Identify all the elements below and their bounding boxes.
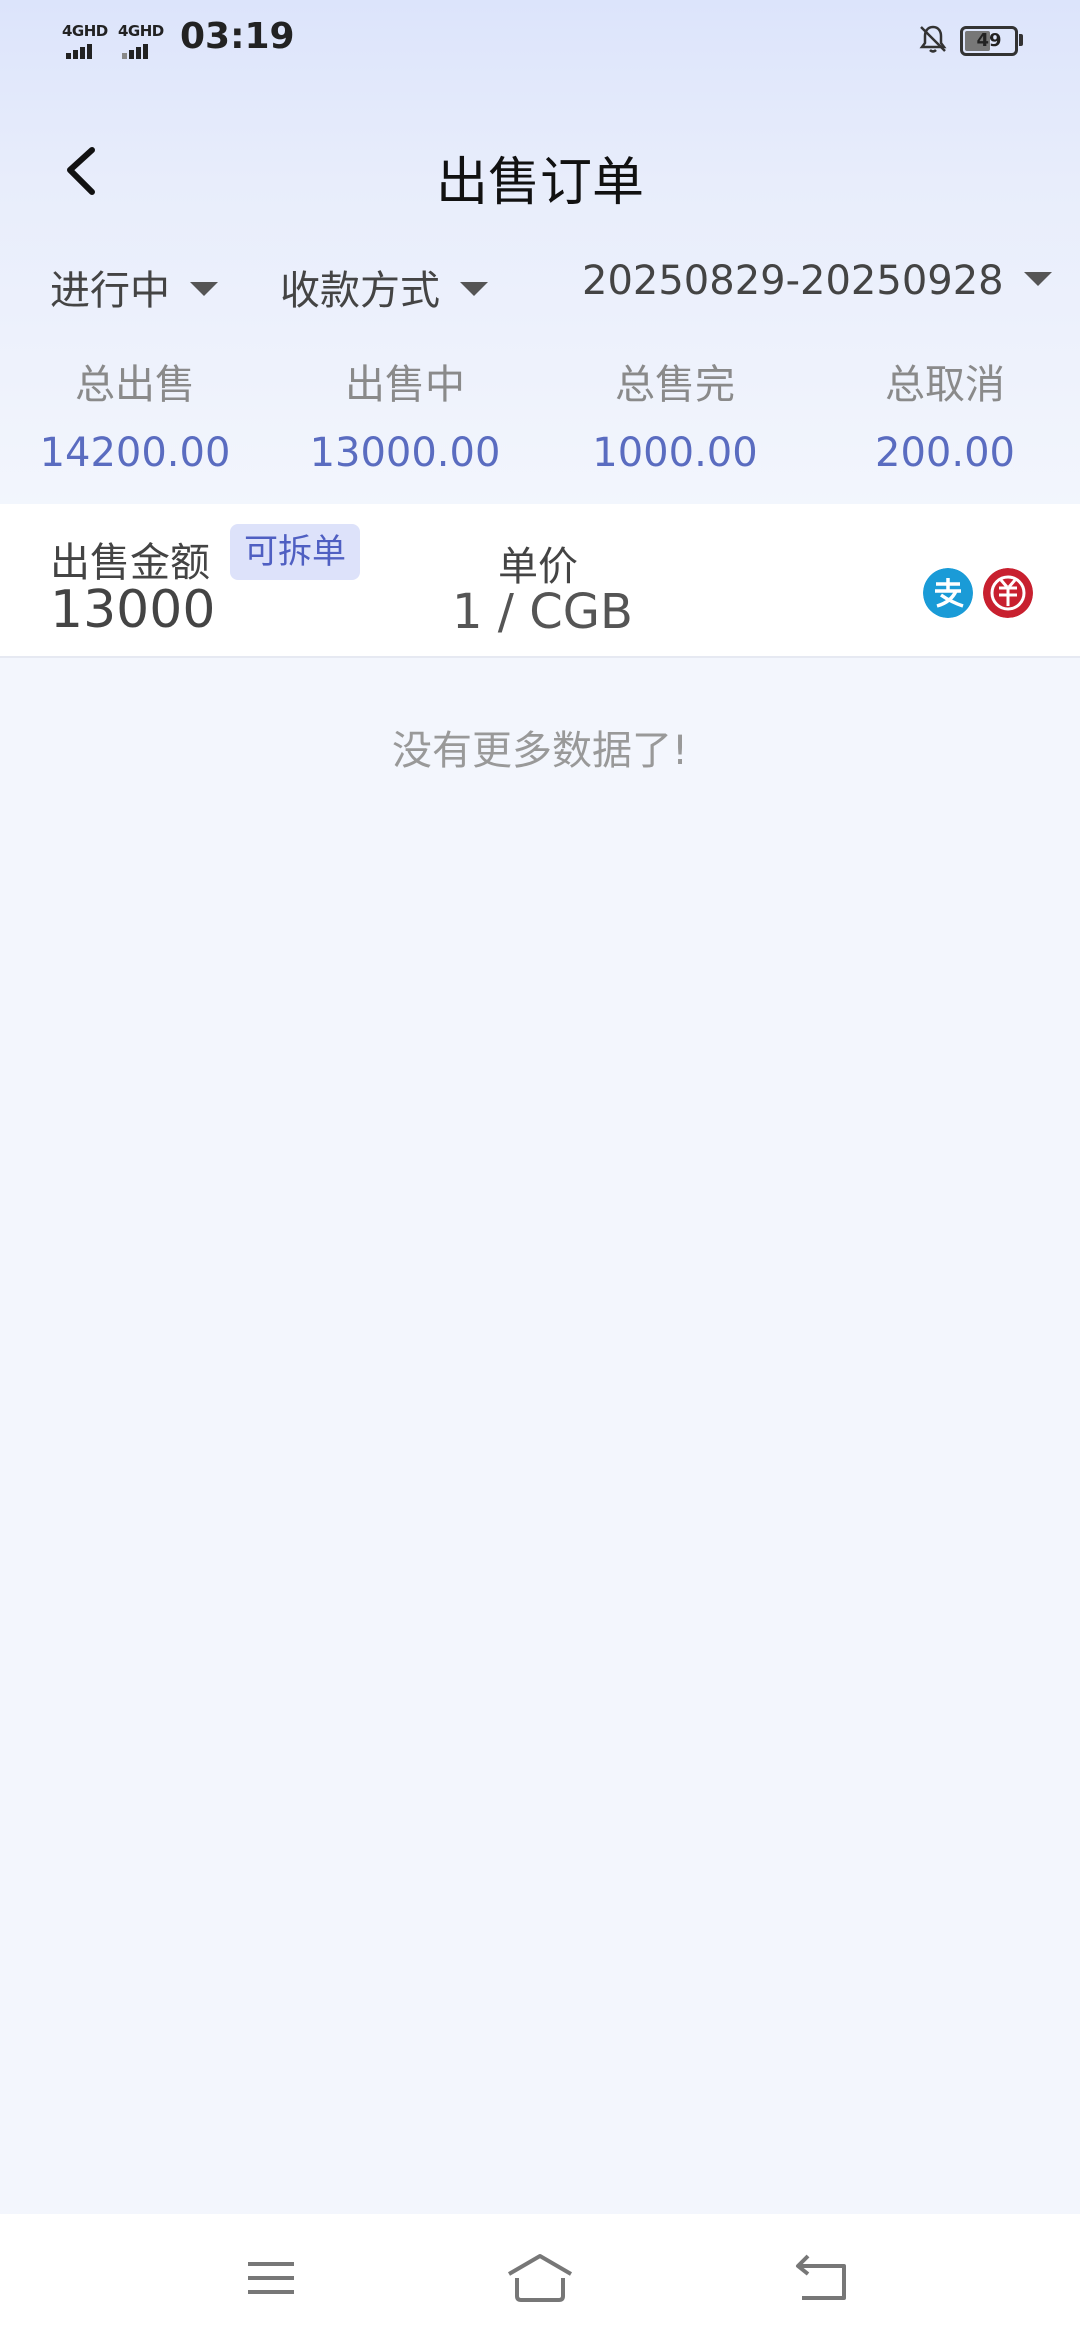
- sell-amount-value: 13000: [50, 580, 216, 640]
- status-bar: 4GHD 4GHD 03:19 49: [0, 0, 1080, 80]
- stat-cancelled-label: 总取消: [885, 362, 1005, 408]
- status-filter[interactable]: 进行中: [50, 258, 218, 316]
- unionpay-icon: [983, 568, 1033, 618]
- payment-method-filter[interactable]: 收款方式: [280, 258, 488, 316]
- system-nav-bar: [0, 2214, 1080, 2340]
- alipay-icon: [923, 568, 973, 618]
- caret-down-icon: [460, 282, 488, 296]
- stat-selling-label: 出售中: [345, 362, 465, 408]
- signal-icon: 4GHD: [118, 22, 174, 59]
- network-type-label: 4GHD: [62, 22, 108, 40]
- status-time: 03:19: [180, 16, 295, 57]
- stat-sold-out-value: 1000.00: [592, 430, 758, 476]
- stat-total-sold-label: 总出售: [75, 362, 195, 408]
- stat-sold-out-label: 总售完: [615, 362, 735, 408]
- status-filter-label: 进行中: [50, 268, 170, 314]
- network-type-label: 4GHD: [118, 22, 164, 40]
- order-card[interactable]: 出售金额 可拆单 13000 单价 1 / CGB: [0, 504, 1080, 658]
- unit-price-value: 1 / CGB: [452, 584, 633, 640]
- bell-muted-icon: [919, 25, 947, 53]
- home-icon[interactable]: [505, 2248, 575, 2308]
- back-nav-icon[interactable]: [788, 2248, 858, 2308]
- date-range-filter-label: 20250829-20250928: [582, 258, 1004, 304]
- split-order-tag: 可拆单: [230, 524, 360, 580]
- page-title: 出售订单: [435, 153, 644, 213]
- stat-cancelled-value: 200.00: [875, 430, 1015, 476]
- date-range-filter[interactable]: 20250829-20250928: [582, 258, 1052, 304]
- battery-icon: 49: [960, 26, 1018, 56]
- caret-down-icon: [1023, 272, 1052, 286]
- menu-icon[interactable]: [236, 2248, 306, 2308]
- caret-down-icon: [190, 282, 218, 296]
- signal-icon: 4GHD: [62, 22, 118, 59]
- battery-level: 49: [976, 30, 1002, 51]
- battery-tip: [1019, 34, 1023, 46]
- list-end-text: 没有更多数据了!: [391, 728, 689, 774]
- stat-total-sold-value: 14200.00: [39, 430, 231, 476]
- stat-selling-value: 13000.00: [309, 430, 501, 476]
- payment-method-filter-label: 收款方式: [280, 268, 440, 314]
